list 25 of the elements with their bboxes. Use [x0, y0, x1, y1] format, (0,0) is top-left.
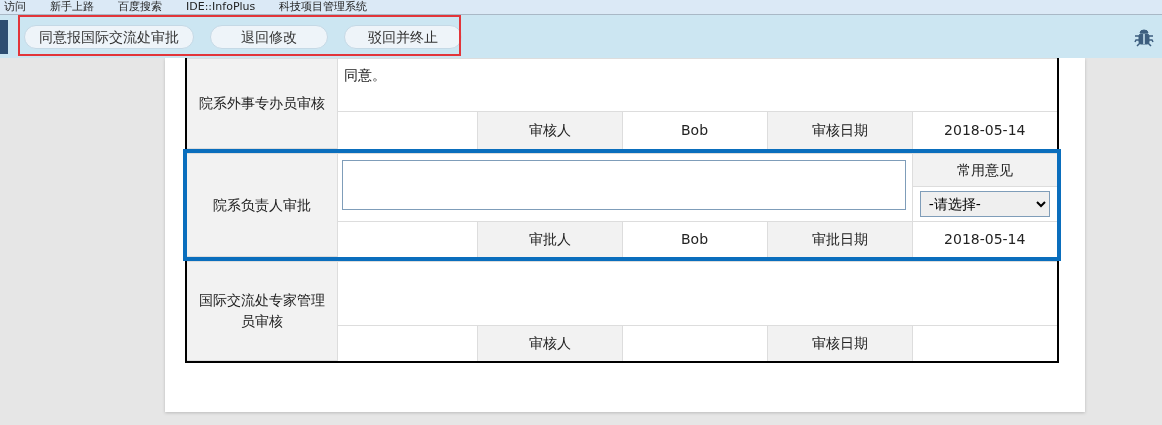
field-label: 审核人 [477, 325, 622, 361]
field-label: 审核日期 [767, 325, 912, 361]
section-label: 院系负责人审批 [187, 153, 337, 257]
opinion-select[interactable]: -请选择- [919, 191, 1050, 217]
field-value: 2018-05-14 [912, 221, 1057, 257]
toolbar-button[interactable]: 同意报国际交流处审批 [24, 24, 194, 49]
field-label: 审批日期 [767, 221, 912, 257]
opinion-field[interactable] [341, 159, 906, 210]
opinion-text: 同意。 [337, 58, 1058, 112]
bookmark-text: 访问 [4, 0, 26, 14]
field-value: 2018-05-14 [912, 111, 1058, 149]
bug-icon[interactable] [1134, 26, 1154, 47]
field-label: 审批人 [477, 221, 622, 257]
section-label: 国际交流处专家管理员审核 [187, 261, 337, 361]
field-label: 审核日期 [767, 111, 912, 149]
toolbar-edge [0, 19, 8, 54]
common-opinion-label: 常用意见 [912, 154, 1057, 187]
section-label: 院系外事专办员审核 [187, 58, 337, 149]
bookmark-link[interactable]: 科技项目管理系统 [279, 0, 368, 14]
bookmark-link[interactable]: 新手上路 [50, 0, 94, 14]
bookmark-link[interactable]: IDE::InfoPlus [186, 0, 256, 14]
toolbar-button[interactable]: 驳回并终止 [344, 24, 462, 49]
bookmark-link[interactable]: 百度搜索 [118, 0, 162, 14]
toolbar-button[interactable]: 退回修改 [210, 24, 328, 49]
field-label: 审核人 [477, 111, 622, 149]
